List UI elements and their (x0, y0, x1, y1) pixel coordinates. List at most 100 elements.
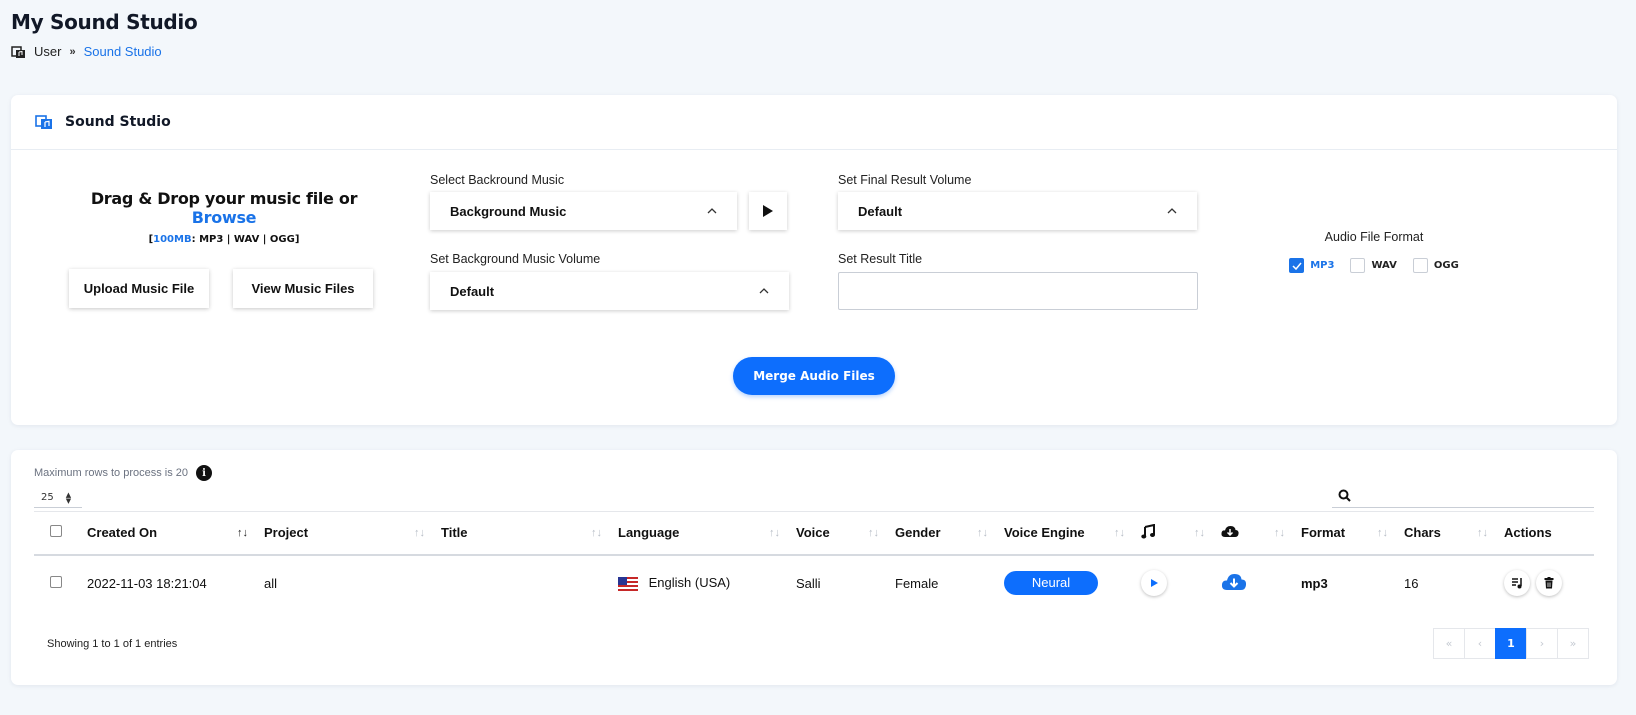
max-rows-note: Maximum rows to process is 20 i (34, 465, 213, 481)
cell-created-on: 2022-11-03 18:21:04 (87, 575, 207, 591)
info-icon[interactable]: i (196, 465, 213, 481)
studio-icon (11, 45, 25, 58)
view-music-files-button[interactable]: View Music Files (233, 269, 373, 308)
cell-language: English (USA) (612, 555, 790, 611)
breadcrumb-user[interactable]: User (34, 44, 61, 59)
sort-icon: ↑↓ (591, 526, 602, 539)
page-length-select[interactable]: 25 ▲ ▼ (34, 488, 82, 508)
stepper-arrows-icon: ▲ ▼ (65, 490, 72, 505)
col-created-on[interactable]: Created On ↑↓ (81, 512, 258, 555)
page-1-button[interactable]: 1 (1495, 628, 1527, 659)
select-all-checkbox[interactable] (50, 525, 62, 538)
select-all-header (34, 512, 81, 555)
play-icon (763, 205, 773, 217)
sort-icon: ↑↓ (868, 526, 879, 539)
trash-icon (1544, 577, 1554, 589)
col-language[interactable]: Language ↑↓ (612, 512, 790, 555)
format-wav-option[interactable]: WAV (1350, 258, 1397, 273)
sound-studio-card: Sound Studio Drag & Drop your music file… (11, 95, 1617, 425)
final-volume-select[interactable]: Default (838, 192, 1197, 230)
col-audio[interactable]: ↑↓ (1135, 512, 1215, 555)
pagination: « ‹ 1 › » (1433, 628, 1589, 659)
bg-volume-value: Default (450, 283, 495, 299)
download-button[interactable] (1221, 573, 1247, 591)
bg-music-value: Background Music (450, 203, 567, 219)
card-header: Sound Studio (11, 95, 1617, 150)
sort-icon: ↑↓ (1477, 526, 1488, 539)
table-row: 2022-11-03 18:21:04 all English (USA) Sa… (34, 555, 1594, 611)
col-project[interactable]: Project ↑↓ (258, 512, 435, 555)
bg-volume-label: Set Background Music Volume (430, 252, 601, 266)
music-dropzone[interactable]: Drag & Drop your music file or Browse [1… (59, 189, 389, 245)
audio-format-group: Audio File Format MP3 WAV OGG (1289, 230, 1459, 273)
page-title: My Sound Studio (11, 10, 198, 34)
col-download[interactable]: ↑↓ (1215, 512, 1295, 555)
chevron-up-icon (1167, 205, 1177, 217)
sort-icon: ↑↓ (414, 526, 425, 539)
cell-actions (1498, 555, 1594, 611)
sort-icon: ↑↓ (769, 526, 780, 539)
last-page-button[interactable]: » (1557, 628, 1589, 659)
col-voice[interactable]: Voice ↑↓ (790, 512, 889, 555)
bg-music-play-button[interactable] (749, 192, 787, 230)
breadcrumb: User » Sound Studio (11, 44, 162, 59)
cell-gender: Female (895, 575, 939, 591)
checkbox-icon[interactable] (1412, 258, 1428, 273)
cell-voice: Salli (796, 575, 821, 591)
cell-project: all (264, 575, 278, 591)
checkbox-checked-icon[interactable] (1289, 258, 1305, 273)
merge-audio-button[interactable]: Merge Audio Files (733, 357, 895, 395)
upload-music-button[interactable]: Upload Music File (69, 269, 209, 308)
row-select-cell (34, 555, 81, 611)
dropzone-title: Drag & Drop your music file or Browse (90, 189, 358, 227)
final-volume-value: Default (858, 203, 903, 219)
add-to-playlist-button[interactable] (1504, 570, 1530, 596)
browse-link[interactable]: Browse (192, 208, 257, 227)
dropzone-limits: [100MB: MP3 | WAV | OGG] (148, 234, 300, 245)
play-icon (1150, 579, 1158, 587)
sort-desc-icon: ↑↓ (237, 526, 248, 539)
final-volume-label: Set Final Result Volume (838, 173, 972, 187)
sort-icon: ↑↓ (1114, 526, 1125, 539)
col-gender[interactable]: Gender ↑↓ (889, 512, 998, 555)
audio-format-options: MP3 WAV OGG (1289, 258, 1459, 273)
cell-title (435, 555, 612, 611)
format-ogg-option[interactable]: OGG (1412, 258, 1459, 273)
play-audio-button[interactable] (1141, 570, 1167, 596)
studio-icon (35, 115, 52, 129)
next-page-button[interactable]: › (1526, 628, 1558, 659)
cell-download (1215, 555, 1295, 611)
bg-volume-select[interactable]: Default (430, 272, 789, 310)
page-header: My Sound Studio (11, 10, 198, 34)
cell-chars: 16 (1404, 575, 1419, 591)
us-flag-icon (618, 576, 638, 591)
playlist-icon (1511, 578, 1522, 589)
sort-icon: ↑↓ (1377, 526, 1388, 539)
row-checkbox[interactable] (50, 575, 62, 588)
music-note-icon (1141, 523, 1155, 539)
col-format[interactable]: Format ↑↓ (1295, 512, 1398, 555)
sort-icon: ↑↓ (1194, 526, 1205, 539)
cell-engine: Neural (998, 555, 1135, 611)
checkbox-icon[interactable] (1350, 258, 1366, 273)
first-page-button[interactable]: « (1433, 628, 1465, 659)
entries-info: Showing 1 to 1 of 1 entries (47, 638, 178, 650)
col-title[interactable]: Title ↑↓ (435, 512, 612, 555)
card-title: Sound Studio (65, 114, 171, 130)
format-mp3-option[interactable]: MP3 (1289, 258, 1334, 273)
table-header-row: Created On ↑↓ Project ↑↓ Title ↑↓ Language ↑… (34, 511, 1594, 555)
cell-play (1135, 555, 1215, 611)
prev-page-button[interactable]: ‹ (1464, 628, 1496, 659)
search-icon (1338, 489, 1351, 502)
result-title-input[interactable] (838, 272, 1198, 310)
col-chars[interactable]: Chars ↑↓ (1398, 512, 1498, 555)
delete-button[interactable] (1535, 570, 1562, 596)
search-input[interactable] (1359, 488, 1594, 503)
sort-icon: ↑↓ (1274, 526, 1285, 539)
breadcrumb-current[interactable]: Sound Studio (84, 44, 162, 59)
col-actions: Actions (1504, 525, 1552, 541)
chevron-up-icon (707, 205, 717, 217)
col-voice-engine[interactable]: Voice Engine ↑↓ (998, 512, 1135, 555)
result-title-label: Set Result Title (838, 252, 923, 266)
bg-music-select[interactable]: Background Music (430, 192, 737, 230)
